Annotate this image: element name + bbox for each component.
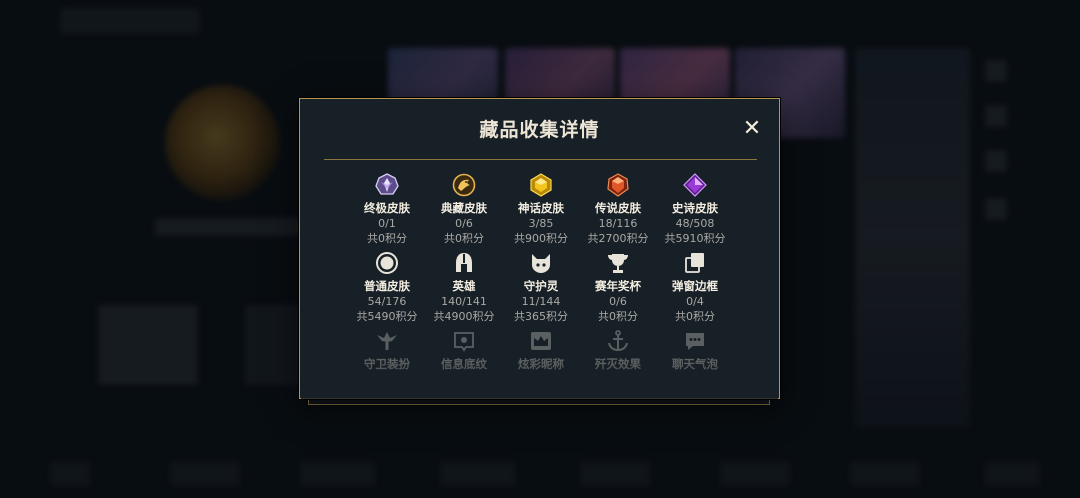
collection-item-chat-bubble[interactable]: 聊天气泡 — [655, 329, 735, 372]
collection-item-popup-frame[interactable]: 弹窗边框 0/4 共0积分 — [655, 251, 735, 324]
item-points: 共0积分 — [675, 310, 715, 323]
close-button[interactable]: ✕ — [740, 118, 764, 142]
close-icon: ✕ — [742, 116, 762, 141]
item-count: 0/1 — [378, 217, 396, 230]
ward-skin-icon — [377, 332, 397, 350]
item-name: 终极皮肤 — [364, 201, 410, 215]
collection-item-season-trophy[interactable]: 赛年奖杯 0/6 共0积分 — [578, 251, 658, 324]
anchor-icon — [608, 330, 628, 352]
banner-icon — [454, 332, 474, 352]
title-divider — [324, 159, 757, 160]
modal-base-trim — [308, 399, 770, 405]
item-count: 0/4 — [686, 295, 704, 308]
collection-item-ultimate-skin[interactable]: 终极皮肤 0/1 共0积分 — [347, 173, 427, 246]
item-name: 英雄 — [452, 279, 476, 293]
item-name: 歼灭效果 — [595, 357, 641, 371]
item-points: 共5490积分 — [356, 310, 418, 323]
item-name: 守护灵 — [523, 279, 559, 293]
item-points: 共4900积分 — [433, 310, 495, 323]
item-count: 11/144 — [521, 295, 561, 308]
collection-item-mythic-skin[interactable]: 神话皮肤 3/85 共900积分 — [501, 173, 581, 246]
collection-item-kill-effect[interactable]: 歼灭效果 — [578, 329, 658, 372]
legendary-skin-icon — [607, 173, 629, 197]
item-points: 共0积分 — [444, 232, 484, 245]
chat-bubble-icon — [686, 333, 704, 350]
item-points: 共5910积分 — [664, 232, 726, 245]
item-name: 炫彩昵称 — [518, 357, 564, 371]
collection-item-ward-companion[interactable]: 守护灵 11/144 共365积分 — [501, 251, 581, 324]
standard-skin-icon — [376, 252, 398, 274]
epic-skin-icon — [683, 173, 707, 197]
item-count: 18/116 — [598, 217, 638, 230]
item-name: 赛年奖杯 — [595, 279, 641, 293]
ward-cat-icon — [532, 254, 550, 273]
ultimate-skin-icon — [375, 173, 399, 195]
collection-item-ward-skin[interactable]: 守卫装扮 — [347, 329, 427, 372]
collection-item-epic-skin[interactable]: 史诗皮肤 48/508 共5910积分 — [655, 173, 735, 246]
item-name: 弹窗边框 — [672, 279, 718, 293]
item-points: 共0积分 — [598, 310, 638, 323]
item-count: 48/508 — [675, 217, 715, 230]
champion-helmet-icon — [456, 253, 472, 272]
item-count: 0/6 — [609, 295, 627, 308]
collection-details-dialog: 藏品收集详情 ✕ 终极皮肤 0/1 共0积分 典藏皮肤 0/6 共0积分 神话皮… — [299, 98, 780, 399]
item-points: 共0积分 — [367, 232, 407, 245]
item-name: 典藏皮肤 — [441, 201, 487, 215]
item-points: 共900积分 — [514, 232, 568, 245]
item-points: 共365积分 — [514, 310, 568, 323]
collection-item-standard-skin[interactable]: 普通皮肤 54/176 共5490积分 — [347, 251, 427, 324]
item-count: 3/85 — [528, 217, 554, 230]
item-name: 传说皮肤 — [595, 201, 641, 215]
frame-icon — [685, 253, 704, 273]
collection-item-colorful-nickname[interactable]: 炫彩昵称 — [501, 329, 581, 372]
item-name: 普通皮肤 — [364, 279, 410, 293]
item-name: 聊天气泡 — [672, 357, 718, 371]
collection-item-info-banner[interactable]: 信息底纹 — [424, 329, 504, 372]
item-name: 信息底纹 — [441, 357, 487, 371]
mythic-skin-icon — [530, 173, 552, 197]
item-count: 54/176 — [367, 295, 407, 308]
trophy-icon — [608, 254, 628, 273]
crown-icon — [531, 332, 551, 350]
item-points: 共2700积分 — [587, 232, 649, 245]
dialog-title: 藏品收集详情 — [479, 119, 600, 141]
item-count: 140/141 — [441, 295, 487, 308]
collection-item-legendary-skin[interactable]: 传说皮肤 18/116 共2700积分 — [578, 173, 658, 246]
prestige-skin-icon — [452, 173, 476, 197]
collection-item-prestige-skin[interactable]: 典藏皮肤 0/6 共0积分 — [424, 173, 504, 246]
item-name: 史诗皮肤 — [672, 201, 718, 215]
item-name: 神话皮肤 — [518, 201, 564, 215]
collection-item-champion[interactable]: 英雄 140/141 共4900积分 — [424, 251, 504, 324]
item-count: 0/6 — [455, 217, 473, 230]
item-name: 守卫装扮 — [364, 357, 410, 371]
